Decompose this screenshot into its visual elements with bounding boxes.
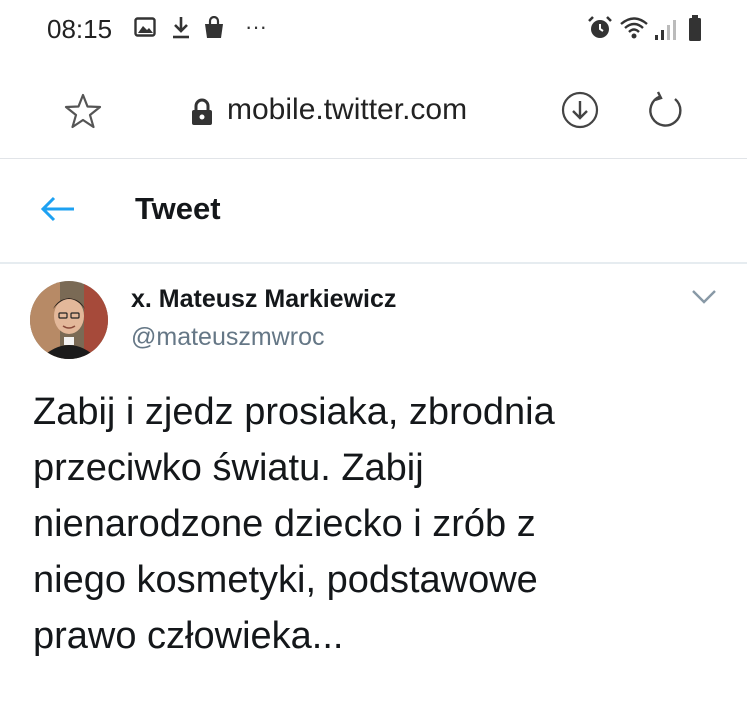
url-text[interactable]: mobile.twitter.com xyxy=(227,93,467,127)
gallery-icon xyxy=(134,17,156,37)
chevron-down-icon[interactable] xyxy=(690,288,718,306)
wifi-icon xyxy=(620,17,648,39)
page-title: Tweet xyxy=(135,191,221,226)
shopping-bag-icon xyxy=(205,16,223,38)
avatar[interactable] xyxy=(30,281,108,359)
battery-icon xyxy=(689,15,701,41)
lock-icon xyxy=(192,98,212,125)
star-icon[interactable] xyxy=(64,93,102,129)
more-notifications-icon: ··· xyxy=(245,14,267,39)
author-handle[interactable]: @mateuszmwroc xyxy=(131,323,324,352)
download-status-icon xyxy=(173,17,189,39)
tweet-text: Zabij i zjedz prosiaka, zbrodnia przeciw… xyxy=(33,391,555,657)
status-bar: 08:15 ··· xyxy=(0,0,747,62)
author-name[interactable]: x. Mateusz Markiewicz xyxy=(131,285,396,314)
reload-icon[interactable] xyxy=(646,90,686,130)
status-time: 08:15 xyxy=(47,14,113,44)
alarm-icon xyxy=(588,16,612,38)
browser-address-bar: mobile.twitter.com xyxy=(0,62,747,159)
tweet: x. Mateusz Markiewicz @mateuszmwroc Zabi… xyxy=(0,264,747,708)
signal-icon xyxy=(655,20,676,40)
download-icon[interactable] xyxy=(560,90,600,130)
tweet-page-header: Tweet xyxy=(0,159,747,264)
arrow-left-icon[interactable] xyxy=(40,195,76,223)
